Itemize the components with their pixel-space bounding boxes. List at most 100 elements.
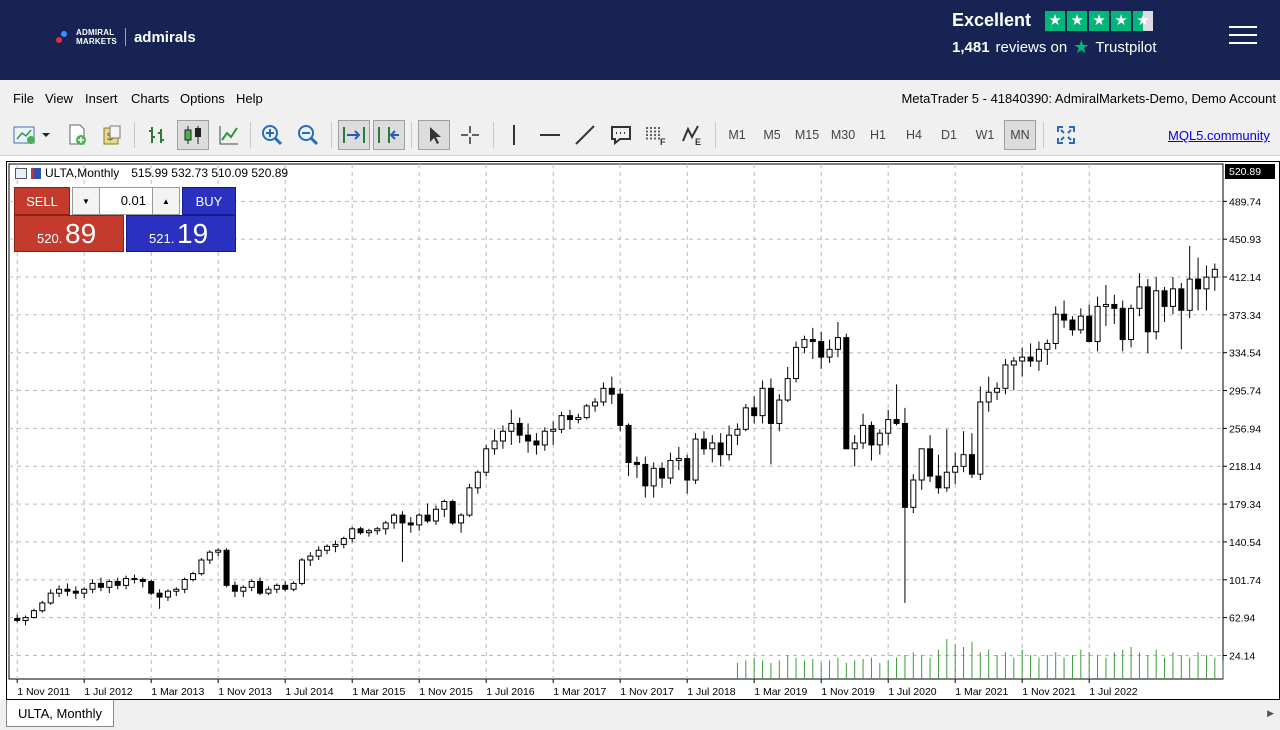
- brand-logo[interactable]: ADMIRAL MARKETS admirals: [56, 28, 196, 46]
- volume-decrease-button[interactable]: ▼: [72, 187, 100, 215]
- chart-shift-button[interactable]: [373, 120, 405, 150]
- x-axis-tick-label: 1 Mar 2015: [352, 686, 405, 698]
- candle-bearish: [282, 584, 289, 590]
- candle-bullish: [22, 617, 29, 621]
- candle-bullish: [943, 471, 950, 489]
- menu-view[interactable]: View: [45, 91, 73, 106]
- current-price-label: 520.89: [1229, 166, 1261, 178]
- candle-bearish: [700, 438, 707, 450]
- candle-bearish: [516, 422, 523, 436]
- candle-bullish: [1128, 307, 1135, 341]
- candle-bullish: [458, 514, 465, 524]
- x-axis-tick-label: 1 Nov 2017: [620, 686, 674, 698]
- candle-bullish: [30, 610, 37, 619]
- candle-bearish: [14, 618, 21, 621]
- candle-bullish: [508, 422, 515, 432]
- candle-bullish: [876, 432, 883, 446]
- cursor-button[interactable]: [418, 120, 450, 150]
- timeframe-d1[interactable]: D1: [933, 120, 965, 150]
- x-axis-tick-label: 1 Jul 2020: [888, 686, 937, 698]
- timeframe-m15[interactable]: M15: [791, 120, 823, 150]
- candle-bullish: [1044, 342, 1051, 350]
- candle-bearish: [64, 588, 71, 592]
- candle-bearish: [399, 514, 406, 524]
- trustpilot-review-count: 1,481: [952, 39, 990, 56]
- timeframe-h1[interactable]: H1: [862, 120, 894, 150]
- candle-bullish: [1052, 313, 1059, 344]
- menu-options[interactable]: Options: [180, 91, 225, 106]
- hamburger-menu-icon[interactable]: [1229, 26, 1257, 46]
- candle-bullish: [206, 551, 213, 561]
- candle-bearish: [843, 337, 850, 450]
- logo-small-text: ADMIRAL MARKETS: [76, 28, 117, 46]
- chart-tab-ulta-monthly[interactable]: ULTA, Monthly: [6, 700, 114, 727]
- market-watch-button[interactable]: $: [97, 120, 127, 150]
- text-label-button[interactable]: [605, 120, 637, 150]
- candle-bullish: [918, 448, 925, 481]
- one-click-trading-icon[interactable]: [31, 167, 41, 179]
- candle-bullish: [190, 573, 197, 581]
- sell-price-box[interactable]: 520. 89: [14, 215, 124, 252]
- candle-bullish: [1153, 290, 1160, 333]
- candle-bullish: [164, 590, 171, 598]
- candle-bearish: [1061, 313, 1068, 321]
- tab-scroll-right-icon[interactable]: ▶: [1267, 708, 1274, 719]
- triangle-up-icon: ▲: [162, 196, 170, 206]
- candle-bullish: [365, 530, 372, 534]
- timeframe-m1[interactable]: M1: [721, 120, 753, 150]
- chart-shift-icon: [378, 127, 399, 143]
- timeframe-w1[interactable]: W1: [969, 120, 1001, 150]
- line-chart-button[interactable]: [213, 120, 245, 150]
- candle-bullish: [173, 588, 180, 592]
- new-chart-button[interactable]: [10, 120, 52, 150]
- timeframe-h4[interactable]: H4: [898, 120, 930, 150]
- candle-bearish: [148, 580, 155, 594]
- crosshair-button[interactable]: [454, 120, 486, 150]
- menu-charts[interactable]: Charts: [131, 91, 169, 106]
- horizontal-line-button[interactable]: [534, 120, 566, 150]
- buy-button[interactable]: BUY: [182, 187, 236, 215]
- fibonacci-button[interactable]: F: [640, 120, 672, 150]
- candle-bullish: [466, 487, 473, 516]
- candle-bullish: [977, 401, 984, 475]
- auto-scroll-button[interactable]: [338, 120, 370, 150]
- x-axis-tick-label: 1 Jul 2012: [84, 686, 133, 698]
- brand-name: admirals: [133, 28, 196, 46]
- timeframe-m30[interactable]: M30: [827, 120, 859, 150]
- mql5-community-link[interactable]: MQL5.community: [1168, 128, 1270, 143]
- candle-bullish: [650, 467, 657, 487]
- timeframe-m5[interactable]: M5: [756, 120, 788, 150]
- chart-window[interactable]: 489.74 450.93 412.14 373.34 334.54 295.74 256.…: [6, 161, 1280, 700]
- menu-help[interactable]: Help: [236, 91, 263, 106]
- y-axis-tick-label: 218.14: [1229, 461, 1261, 473]
- timeframe-mn[interactable]: MN: [1004, 120, 1036, 150]
- candle-bullish: [56, 588, 63, 594]
- chart-tabs-bar: ULTA, Monthly ▶: [0, 700, 1280, 730]
- candlestick-button[interactable]: [177, 120, 209, 150]
- sell-button[interactable]: SELL: [14, 187, 70, 215]
- vertical-line-button[interactable]: [498, 120, 530, 150]
- new-order-button[interactable]: [62, 120, 92, 150]
- y-axis-tick-label: 62.94: [1229, 613, 1255, 625]
- trustpilot-widget[interactable]: Excellent ★ ★ ★ ★ ★ 1,481 reviews on ★ T…: [952, 10, 1157, 58]
- candle-bullish: [885, 419, 892, 434]
- fullscreen-button[interactable]: [1050, 120, 1082, 150]
- candle-bullish: [1203, 276, 1210, 290]
- candle-bullish: [106, 580, 113, 588]
- elliott-wave-button[interactable]: E: [676, 120, 708, 150]
- buy-price-integer: 521.: [149, 231, 175, 246]
- zoom-in-button[interactable]: [256, 120, 288, 150]
- candle-bearish: [633, 461, 640, 465]
- candle-bullish: [391, 514, 398, 524]
- menu-insert[interactable]: Insert: [85, 91, 118, 106]
- menu-file[interactable]: File: [13, 91, 34, 106]
- bar-chart-icon: [149, 127, 164, 143]
- trendline-button[interactable]: [569, 120, 601, 150]
- volume-input[interactable]: 0.01: [100, 187, 152, 215]
- candle-bullish: [793, 346, 800, 380]
- candle-bullish: [994, 387, 1001, 393]
- volume-increase-button[interactable]: ▲: [152, 187, 180, 215]
- buy-price-box[interactable]: 521. 19: [126, 215, 236, 252]
- bar-chart-button[interactable]: [141, 120, 173, 150]
- zoom-out-button[interactable]: [292, 120, 324, 150]
